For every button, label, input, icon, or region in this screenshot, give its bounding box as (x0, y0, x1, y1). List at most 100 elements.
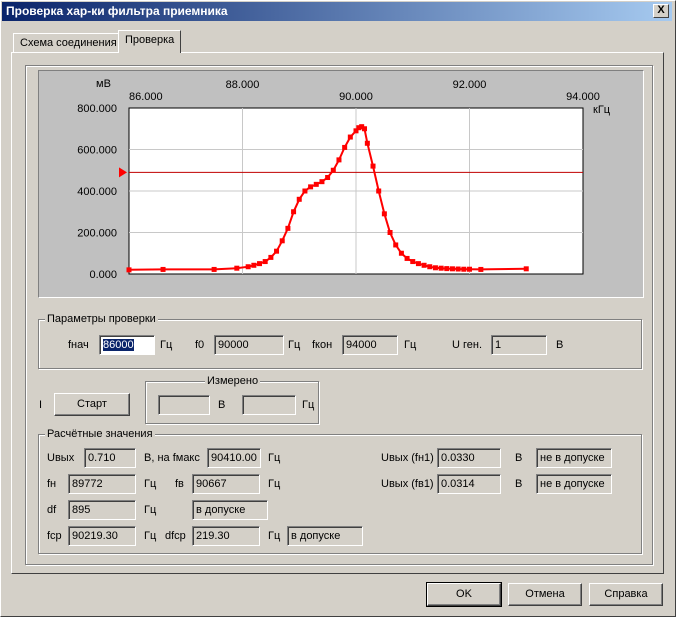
measured-voltage-unit: В (218, 399, 226, 411)
fn-label: fн (47, 478, 57, 490)
data-point (126, 267, 132, 273)
data-point (381, 211, 387, 217)
data-point (444, 266, 450, 272)
uout-unit: В, на fмакс (144, 452, 200, 464)
measured-frequency-field (242, 395, 296, 415)
start-button[interactable]: Старт (54, 393, 130, 416)
x-tick-label: 88.000 (226, 79, 260, 91)
uout-fn1-label: Uвых (fн1) (381, 452, 434, 464)
measured-frequency-unit: Гц (302, 399, 315, 411)
data-point (342, 144, 348, 150)
fcp-unit: Гц (144, 530, 157, 542)
ok-button[interactable]: OK (426, 582, 502, 607)
uout-fv1-field: 0.0314 (437, 474, 501, 494)
data-point (432, 265, 438, 271)
data-point (387, 230, 393, 235)
df-status: в допуске (192, 500, 268, 520)
x-tick-label: 92.000 (453, 79, 487, 91)
fcp-label: fср (47, 530, 62, 542)
data-point (370, 163, 376, 169)
x-axis-unit: кГц (593, 104, 611, 116)
dfcp-unit: Гц (268, 530, 281, 542)
data-point (336, 157, 342, 163)
status-indicator: I (39, 399, 43, 411)
y-axis-unit: мВ (96, 78, 111, 90)
dfcp-status: в допуске (287, 526, 363, 546)
data-point (313, 181, 319, 187)
fmax-field: 90410.00 (207, 448, 261, 468)
data-point (279, 238, 285, 244)
uout-fn1-field: 0.0330 (437, 448, 501, 468)
data-point (291, 209, 297, 215)
threshold-marker-icon (119, 167, 127, 178)
ugen-unit: В (556, 339, 564, 351)
tab-check[interactable]: Проверка (118, 30, 182, 53)
data-point (415, 261, 421, 267)
calc-group-title: Расчётные значения (45, 428, 155, 440)
x-tick-label: 90.000 (339, 91, 373, 103)
fv-field: 90667 (192, 474, 260, 494)
data-point (455, 266, 461, 272)
fcp-field: 90219.30 (68, 526, 136, 546)
measured-group-title: Измерено (205, 375, 261, 387)
fn-unit: Гц (144, 478, 157, 490)
data-point (302, 188, 308, 194)
params-group-title: Параметры проверки (45, 313, 158, 325)
data-point (421, 262, 427, 268)
measured-voltage-field (158, 395, 210, 415)
data-point (330, 167, 336, 173)
data-point (347, 134, 353, 140)
title-bar[interactable]: Проверка хар-ки фильтра приемника X (2, 2, 672, 21)
chart-area: 86.000 88.000 90.000 92.000 94.000 800.000 600… (38, 70, 644, 298)
data-point (398, 250, 404, 256)
f0-input[interactable]: 90000 (214, 335, 284, 355)
df-field: 895 (68, 500, 136, 520)
fn-field: 89772 (68, 474, 136, 494)
ugen-label: U ген. (452, 339, 483, 351)
cancel-button[interactable]: Отмена (508, 583, 582, 606)
dfcp-field: 219.30 (192, 526, 260, 546)
help-button[interactable]: Справка (589, 583, 663, 606)
uout-fv1-label: Uвых (fв1) (381, 478, 434, 490)
close-button[interactable]: X (653, 4, 669, 18)
fend-input[interactable]: 94000 (342, 335, 398, 355)
data-point (211, 266, 217, 272)
ugen-input[interactable]: 1 (491, 335, 547, 355)
window-title: Проверка хар-ки фильтра приемника (6, 4, 228, 18)
data-point (268, 254, 274, 260)
tab-connection-scheme[interactable]: Схема соединения (13, 33, 124, 53)
f0-label: f0 (195, 339, 205, 351)
uout-field: 0.710 (84, 448, 136, 468)
data-point (319, 179, 325, 185)
fstart-unit: Гц (160, 339, 173, 351)
df-label: df (47, 504, 57, 516)
uout-fn1-status: не в допуске (536, 448, 612, 468)
data-point (393, 242, 399, 248)
fstart-label: fнач (68, 339, 89, 351)
data-point (523, 266, 529, 272)
data-point (274, 248, 280, 254)
dfcp-label: dfср (165, 530, 186, 542)
df-unit: Гц (144, 504, 157, 516)
f0-unit: Гц (288, 339, 301, 351)
data-point (404, 255, 410, 261)
data-point (251, 262, 257, 268)
fv-label: fв (175, 478, 184, 490)
data-point (410, 259, 416, 265)
data-point (364, 140, 370, 146)
data-point (449, 266, 455, 272)
data-point (234, 265, 240, 271)
fmax-unit: Гц (268, 452, 281, 464)
data-point (262, 259, 268, 265)
fstart-input[interactable]: 86000 (99, 335, 155, 355)
uout-fv1-status: не в допуске (536, 474, 612, 494)
y-tick-label: 400.000 (77, 186, 117, 198)
data-point (296, 196, 302, 202)
data-point (160, 266, 166, 272)
data-point (285, 225, 291, 231)
x-tick-label: 86.000 (129, 91, 163, 103)
data-point (245, 264, 251, 270)
data-point (325, 175, 331, 181)
y-tick-label: 0.000 (89, 269, 117, 281)
uout-label: Uвых (47, 452, 75, 464)
